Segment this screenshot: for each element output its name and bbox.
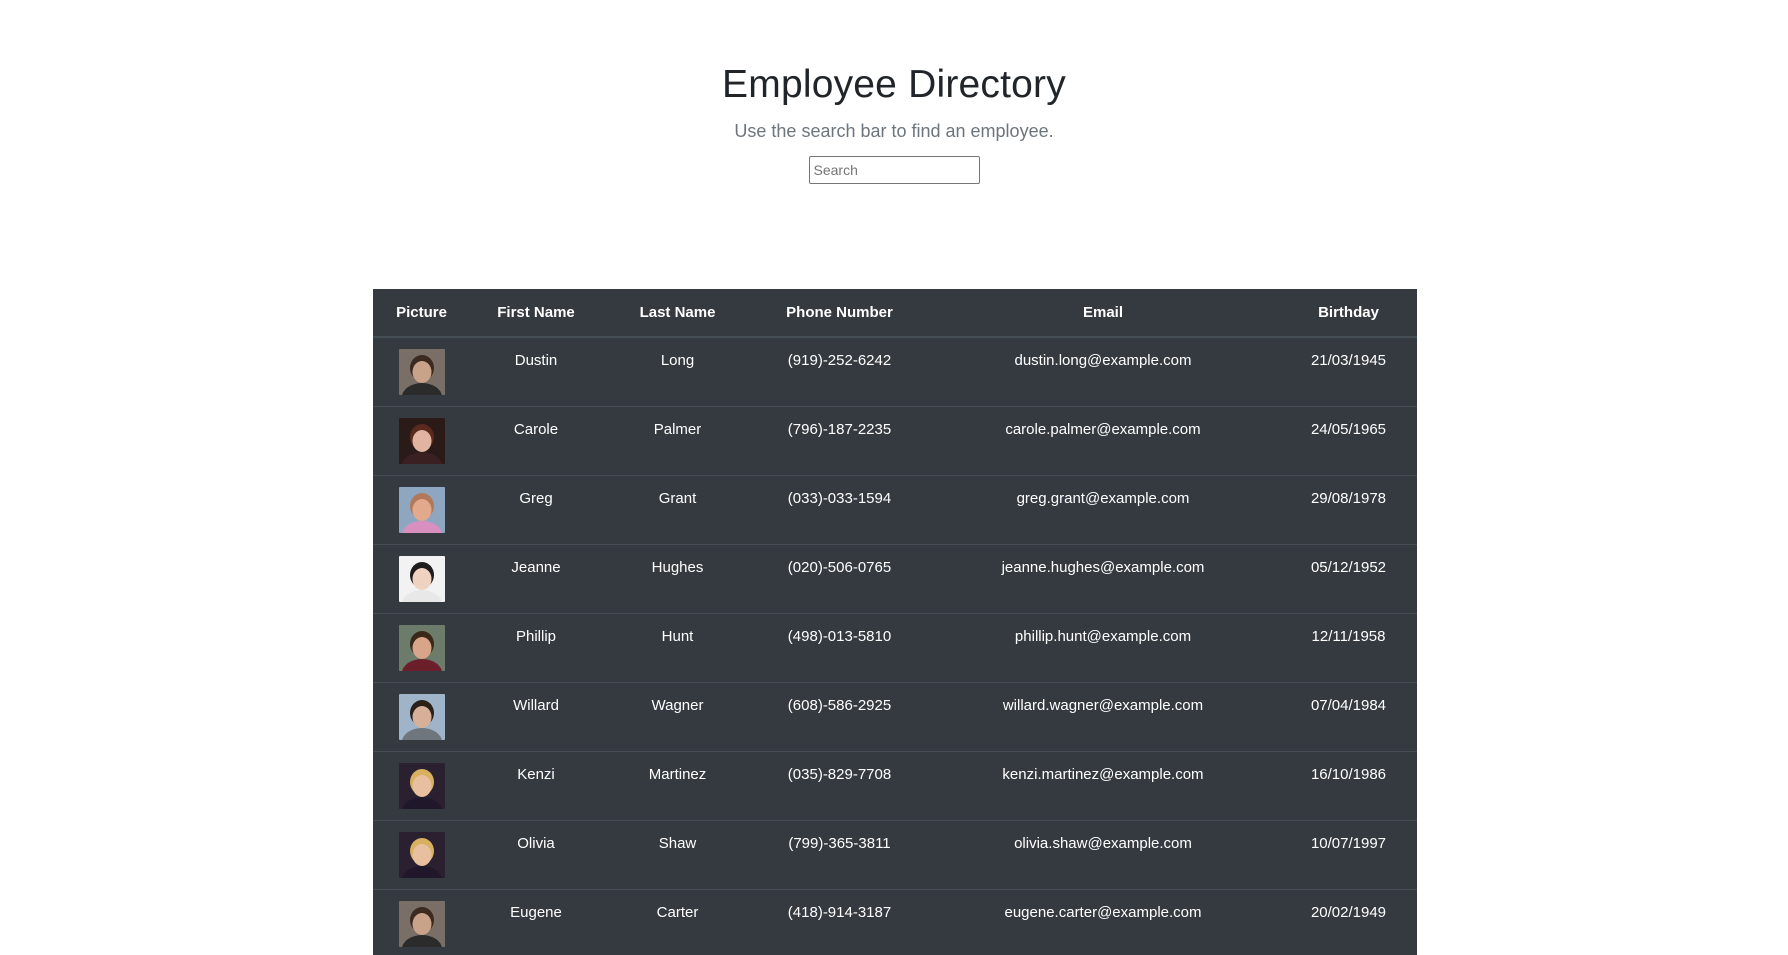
last-name-cell: Long	[602, 336, 753, 407]
email-cell: phillip.hunt@example.com	[926, 613, 1280, 683]
last-name-cell: Grant	[602, 475, 753, 545]
email-cell: eugene.carter@example.com	[926, 889, 1280, 955]
birthday-cell: 10/07/1997	[1280, 820, 1417, 890]
birthday-cell: 29/08/1978	[1280, 475, 1417, 545]
avatar	[398, 625, 445, 671]
picture-cell	[373, 820, 470, 890]
birthday-cell: 05/12/1952	[1280, 544, 1417, 614]
table-row: Kenzi Martinez (035)-829-7708 kenzi.martine…	[373, 751, 1417, 821]
last-name-cell: Hunt	[602, 613, 753, 683]
table-row: Olivia Shaw (799)-365-3811 olivia.shaw@exam…	[373, 820, 1417, 890]
page: Employee Directory Use the search bar to…	[0, 0, 1788, 955]
column-header-email[interactable]: Email	[926, 289, 1280, 338]
last-name-cell: Shaw	[602, 820, 753, 890]
picture-cell	[373, 682, 470, 752]
employee-table-container: Picture First Name Last Name Phone Numbe…	[373, 289, 1417, 955]
picture-cell	[373, 613, 470, 683]
page-title: Employee Directory	[722, 63, 1066, 106]
birthday-cell: 24/05/1965	[1280, 406, 1417, 476]
column-header-birthday[interactable]: Birthday	[1280, 289, 1417, 338]
picture-cell	[373, 336, 470, 407]
phone-number-cell: (608)-586-2925	[753, 682, 926, 752]
last-name-cell: Carter	[602, 889, 753, 955]
phone-number-cell: (796)-187-2235	[753, 406, 926, 476]
phone-number-cell: (418)-914-3187	[753, 889, 926, 955]
email-cell: carole.palmer@example.com	[926, 406, 1280, 476]
table-row: Dustin Long (919)-252-6242 dustin.long@exam…	[373, 336, 1417, 407]
phone-number-cell: (498)-013-5810	[753, 613, 926, 683]
table-header-row: Picture First Name Last Name Phone Numbe…	[373, 289, 1417, 338]
column-header-picture[interactable]: Picture	[373, 289, 470, 338]
birthday-cell: 21/03/1945	[1280, 336, 1417, 407]
first-name-cell: Willard	[470, 682, 602, 752]
table-header: Picture First Name Last Name Phone Numbe…	[373, 289, 1417, 338]
page-header: Employee Directory Use the search bar to…	[0, 58, 1788, 184]
phone-number-cell: (035)-829-7708	[753, 751, 926, 821]
birthday-cell: 07/04/1984	[1280, 682, 1417, 752]
page-subtitle: Use the search bar to find an employee.	[734, 121, 1054, 141]
phone-number-cell: (799)-365-3811	[753, 820, 926, 890]
email-cell: jeanne.hughes@example.com	[926, 544, 1280, 614]
birthday-cell: 20/02/1949	[1280, 889, 1417, 955]
birthday-cell: 12/11/1958	[1280, 613, 1417, 683]
picture-cell	[373, 889, 470, 955]
first-name-cell: Jeanne	[470, 544, 602, 614]
picture-cell	[373, 406, 470, 476]
table-body: Dustin Long (919)-252-6242 dustin.long@exam…	[373, 336, 1417, 955]
picture-cell	[373, 475, 470, 545]
avatar	[398, 763, 445, 809]
column-header-phone-number[interactable]: Phone Number	[753, 289, 926, 338]
email-cell: dustin.long@example.com	[926, 336, 1280, 407]
first-name-cell: Dustin	[470, 336, 602, 407]
avatar	[398, 487, 445, 533]
avatar	[398, 901, 445, 947]
table-row: Jeanne Hughes (020)-506-0765 jeanne.hughes@…	[373, 544, 1417, 614]
phone-number-cell: (033)-033-1594	[753, 475, 926, 545]
table-row: Carole Palmer (796)-187-2235 carole.palmer@…	[373, 406, 1417, 476]
first-name-cell: Carole	[470, 406, 602, 476]
table-row: Eugene Carter (418)-914-3187 eugene.carter@…	[373, 889, 1417, 955]
avatar	[398, 418, 445, 464]
first-name-cell: Greg	[470, 475, 602, 545]
avatar	[398, 694, 445, 740]
column-header-last-name[interactable]: Last Name	[602, 289, 753, 338]
birthday-cell: 16/10/1986	[1280, 751, 1417, 821]
phone-number-cell: (919)-252-6242	[753, 336, 926, 407]
phone-number-cell: (020)-506-0765	[753, 544, 926, 614]
last-name-cell: Wagner	[602, 682, 753, 752]
email-cell: kenzi.martinez@example.com	[926, 751, 1280, 821]
table-row: Greg Grant (033)-033-1594 greg.grant@exampl…	[373, 475, 1417, 545]
table-row: Phillip Hunt (498)-013-5810 phillip.hunt@ex…	[373, 613, 1417, 683]
first-name-cell: Olivia	[470, 820, 602, 890]
table-row: Willard Wagner (608)-586-2925 willard.wagne…	[373, 682, 1417, 752]
last-name-cell: Hughes	[602, 544, 753, 614]
first-name-cell: Eugene	[470, 889, 602, 955]
email-cell: greg.grant@example.com	[926, 475, 1280, 545]
last-name-cell: Martinez	[602, 751, 753, 821]
avatar	[398, 832, 445, 878]
first-name-cell: Phillip	[470, 613, 602, 683]
picture-cell	[373, 544, 470, 614]
search-input[interactable]	[808, 156, 980, 184]
avatar	[398, 556, 445, 602]
last-name-cell: Palmer	[602, 406, 753, 476]
avatar	[398, 349, 445, 395]
email-cell: olivia.shaw@example.com	[926, 820, 1280, 890]
employee-table: Picture First Name Last Name Phone Numbe…	[373, 289, 1417, 955]
column-header-first-name[interactable]: First Name	[470, 289, 602, 338]
first-name-cell: Kenzi	[470, 751, 602, 821]
email-cell: willard.wagner@example.com	[926, 682, 1280, 752]
picture-cell	[373, 751, 470, 821]
